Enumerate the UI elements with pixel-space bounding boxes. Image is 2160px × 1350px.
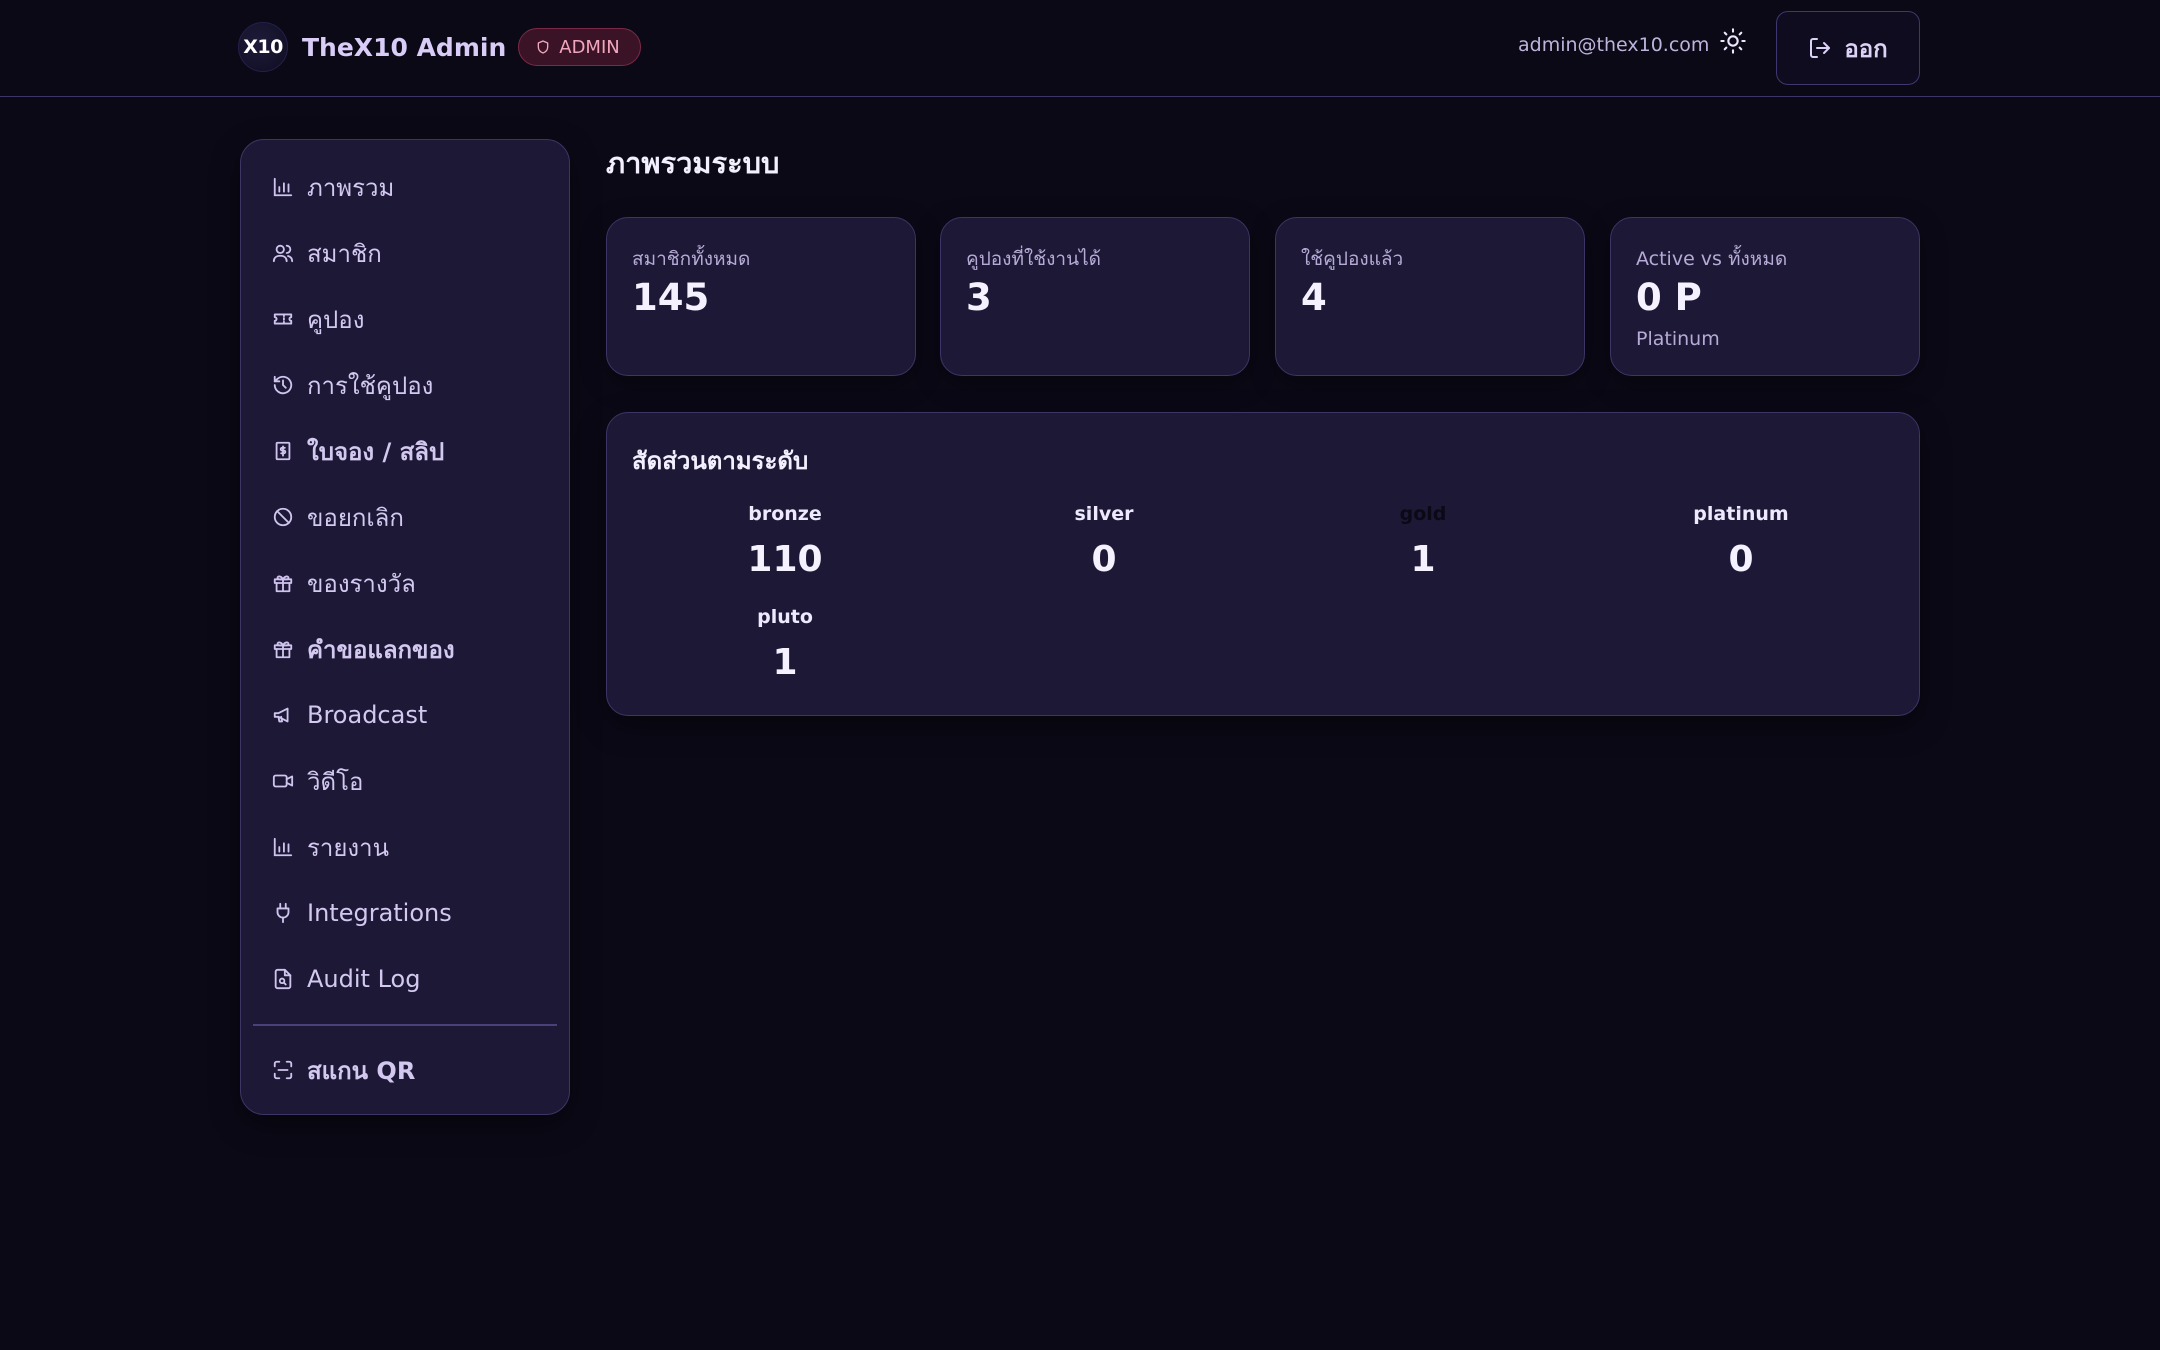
- brand-title: TheX10 Admin: [302, 32, 507, 62]
- tier-value: 110: [747, 539, 823, 580]
- sidebar-item-label: ขอยกเลิก: [307, 503, 404, 532]
- tier-silver: silver 0: [984, 503, 1224, 580]
- brand[interactable]: X10 TheX10 Admin ADMIN: [238, 22, 641, 72]
- admin-badge: ADMIN: [518, 28, 641, 66]
- sun-icon: [1720, 28, 1746, 54]
- shield-icon: [537, 40, 549, 54]
- tier-name: gold: [1399, 503, 1447, 525]
- gift-icon: [271, 637, 295, 661]
- stat-card-total-members: สมาชิกทั้งหมด 145: [606, 217, 916, 376]
- page-title: ภาพรวมระบบ: [606, 146, 780, 180]
- stat-label: Active vs ทั้งหมด: [1636, 248, 1788, 270]
- sidebar-item-reports[interactable]: รายงาน: [271, 823, 561, 871]
- sidebar-item-audit-log[interactable]: Audit Log: [271, 955, 561, 1003]
- stat-label: ใช้คูปองแล้ว: [1301, 248, 1404, 270]
- panel-title: สัดส่วนตามระดับ: [632, 447, 809, 475]
- user-email: admin@thex10.com: [1518, 34, 1710, 56]
- tier-distribution-panel: สัดส่วนตามระดับ bronze 110 silver 0 gold…: [606, 412, 1920, 716]
- stat-card-active-coupons: คูปองที่ใช้งานได้ 3: [940, 217, 1250, 376]
- sidebar-item-coupon-usage[interactable]: การใช้คูปอง: [271, 361, 561, 409]
- sidebar-item-label: สแกน QR: [307, 1056, 416, 1085]
- tier-pluto: pluto 1: [665, 606, 905, 683]
- sidebar-item-members[interactable]: สมาชิก: [271, 229, 561, 277]
- sidebar-item-label: Integrations: [307, 899, 452, 927]
- bar-chart-icon: [271, 835, 295, 859]
- sidebar-item-label: คูปอง: [307, 305, 365, 334]
- stat-value: 4: [1301, 276, 1327, 319]
- logout-icon: [1810, 38, 1831, 58]
- stat-label: คูปองที่ใช้งานได้: [966, 248, 1101, 270]
- plug-icon: [271, 901, 295, 925]
- sidebar-divider: [253, 1024, 557, 1026]
- gift-icon: [271, 571, 295, 595]
- sidebar-item-broadcast[interactable]: Broadcast: [271, 691, 561, 739]
- sidebar-item-bookings[interactable]: ใบจอง / สลิป: [271, 427, 561, 475]
- sidebar-item-coupons[interactable]: คูปอง: [271, 295, 561, 343]
- stat-label: สมาชิกทั้งหมด: [632, 248, 751, 270]
- tier-value: 0: [1091, 539, 1117, 580]
- scan-qr-icon: [271, 1058, 295, 1082]
- logout-button[interactable]: ออก: [1776, 11, 1920, 85]
- sidebar-item-label: คำขอแลกของ: [307, 635, 455, 664]
- tier-name: platinum: [1693, 503, 1789, 525]
- sidebar: ภาพรวม สมาชิก คูปอง การใช้คูปอง ใบจอง / …: [240, 139, 570, 1115]
- sidebar-item-integrations[interactable]: Integrations: [271, 889, 561, 937]
- stat-value: 145: [632, 276, 710, 319]
- brand-logo: X10: [238, 22, 288, 72]
- users-icon: [271, 241, 295, 265]
- tier-name: silver: [1074, 503, 1134, 525]
- tier-gold: gold 1: [1303, 503, 1543, 580]
- sidebar-item-cancel-requests[interactable]: ขอยกเลิก: [271, 493, 561, 541]
- tier-name: bronze: [748, 503, 822, 525]
- ban-icon: [271, 505, 295, 529]
- stat-value: 3: [966, 276, 992, 319]
- stat-card-active-vs-total: Active vs ทั้งหมด 0 P Platinum: [1610, 217, 1920, 376]
- admin-badge-label: ADMIN: [559, 36, 620, 58]
- sidebar-item-label: สมาชิก: [307, 239, 382, 268]
- bar-chart-icon: [271, 175, 295, 199]
- megaphone-icon: [271, 703, 295, 727]
- sidebar-item-label: ภาพรวม: [307, 173, 395, 202]
- sidebar-item-label: Broadcast: [307, 701, 428, 729]
- receipt-dollar-icon: [271, 439, 295, 463]
- sidebar-item-rewards[interactable]: ของรางวัล: [271, 559, 561, 607]
- theme-toggle-button[interactable]: [1716, 24, 1750, 58]
- tier-name: pluto: [757, 606, 813, 628]
- tier-value: 1: [1410, 539, 1436, 580]
- sidebar-item-redeem-requests[interactable]: คำขอแลกของ: [271, 625, 561, 673]
- sidebar-item-label: การใช้คูปอง: [307, 371, 434, 400]
- sidebar-item-label: ใบจอง / สลิป: [307, 437, 445, 466]
- sidebar-item-label: รายงาน: [307, 833, 390, 862]
- sidebar-item-scan-qr[interactable]: สแกน QR: [271, 1046, 561, 1094]
- sidebar-item-videos[interactable]: วิดีโอ: [271, 757, 561, 805]
- file-search-icon: [271, 967, 295, 991]
- history-icon: [271, 373, 295, 397]
- sidebar-item-label: Audit Log: [307, 965, 421, 993]
- top-bar: X10 TheX10 Admin ADMIN admin@thex10.com …: [0, 0, 2160, 97]
- tier-value: 1: [772, 642, 798, 683]
- sidebar-item-overview[interactable]: ภาพรวม: [271, 163, 561, 211]
- sidebar-item-label: ของรางวัล: [307, 569, 416, 598]
- tier-value: 0: [1728, 539, 1754, 580]
- stat-card-used-coupons: ใช้คูปองแล้ว 4: [1275, 217, 1585, 376]
- tier-bronze: bronze 110: [665, 503, 905, 580]
- stat-value: 0 P: [1636, 276, 1702, 319]
- stat-sub-label: Platinum: [1636, 328, 1720, 350]
- ticket-icon: [271, 307, 295, 331]
- sidebar-item-label: วิดีโอ: [307, 767, 364, 796]
- logout-label: ออก: [1844, 34, 1888, 63]
- video-icon: [271, 769, 295, 793]
- tier-platinum: platinum 0: [1621, 503, 1861, 580]
